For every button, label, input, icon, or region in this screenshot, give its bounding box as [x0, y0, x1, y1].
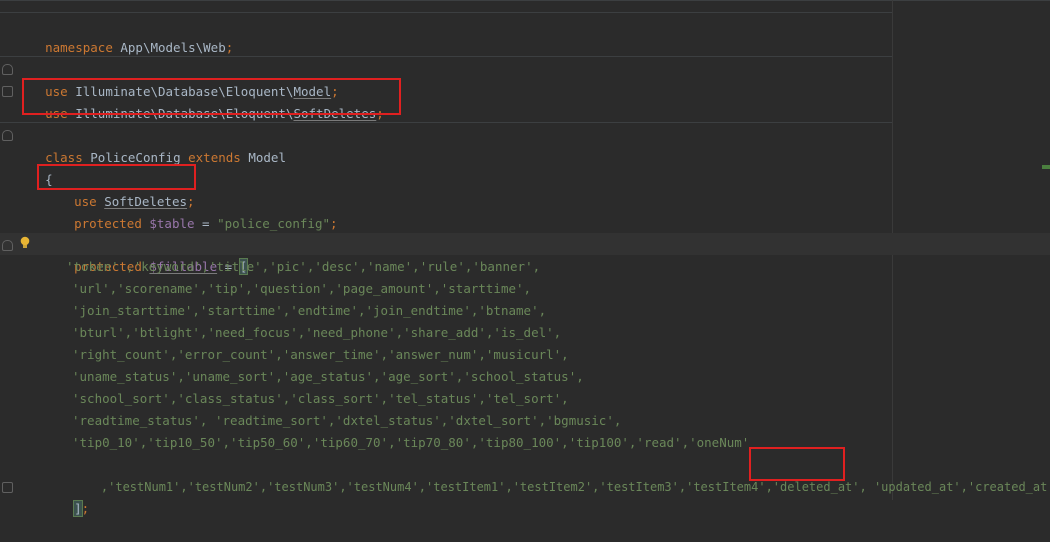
- keyword-protected: protected: [74, 216, 142, 231]
- fillable-line: 'readtime_status', 'readtime_sort','dxte…: [72, 413, 622, 428]
- keyword-namespace: namespace: [45, 40, 113, 55]
- fold-marker-icon[interactable]: [2, 240, 13, 251]
- separator: [0, 56, 892, 57]
- table-value: "police_config": [217, 216, 330, 231]
- fillable-line: 'url','scorename','tip','question','page…: [72, 281, 532, 296]
- fillable-prefix: ,'testNum1','testNum2','testNum3','testN…: [100, 480, 773, 494]
- semicolon: ;: [225, 40, 234, 55]
- semicolon: ;: [81, 501, 90, 516]
- code-line-namespace: namespace App\Models\Web;: [15, 15, 233, 55]
- separator: [0, 12, 892, 13]
- assign-op: =: [194, 216, 218, 231]
- fillable-line: 'join_starttime','starttime','endtime','…: [72, 303, 547, 318]
- fillable-line-last: ,'testNum1','testNum2','testNum3','testN…: [72, 454, 1050, 494]
- fold-marker-icon[interactable]: [2, 130, 13, 141]
- class-name: PoliceConfig: [90, 150, 181, 165]
- fillable-line: 'school_sort','class_status','class_sort…: [72, 391, 569, 406]
- semicolon: ;: [330, 216, 338, 231]
- code-line-close: ];: [44, 476, 89, 517]
- table-variable: $table: [149, 216, 195, 231]
- namespace-path: App\Models\Web: [120, 40, 226, 55]
- fillable-line: 'token' ,'keyword','title','pic','desc',…: [66, 259, 541, 274]
- highlight-box-deleted-at: [749, 447, 845, 481]
- lightbulb-icon[interactable]: [20, 236, 30, 250]
- fillable-line: 'tip0_10','tip10_50','tip50_60','tip60_7…: [72, 435, 750, 450]
- highlight-box-use-softdeletes: [22, 78, 401, 115]
- fillable-line: 'right_count','error_count','answer_time…: [72, 347, 569, 362]
- fillable-rest: 'updated_at','created_at': [873, 480, 1050, 494]
- close-bracket: ]: [73, 500, 83, 517]
- fillable-line: 'uname_status','uname_sort','age_status'…: [72, 369, 584, 384]
- code-line-class: class PoliceConfig extends Model: [15, 125, 286, 165]
- code-line-fillable: protected $fillable = [: [44, 234, 249, 275]
- highlight-box-use-trait: [37, 164, 196, 190]
- code-line-table: protected $table = "police_config";: [44, 191, 337, 231]
- fold-marker-icon[interactable]: [2, 86, 13, 97]
- keyword-extends: extends: [188, 150, 241, 165]
- parent-class: Model: [248, 150, 286, 165]
- fillable-line: 'bturl','btlight','need_focus','need_pho…: [72, 325, 562, 340]
- code-editor[interactable]: namespace App\Models\Web; use Illuminate…: [0, 0, 1050, 517]
- fold-marker-icon[interactable]: [2, 64, 13, 75]
- fold-marker-icon[interactable]: [2, 482, 13, 493]
- scrollbar-marker[interactable]: [1042, 165, 1050, 169]
- deleted-at-field: 'deleted_at': [772, 480, 860, 494]
